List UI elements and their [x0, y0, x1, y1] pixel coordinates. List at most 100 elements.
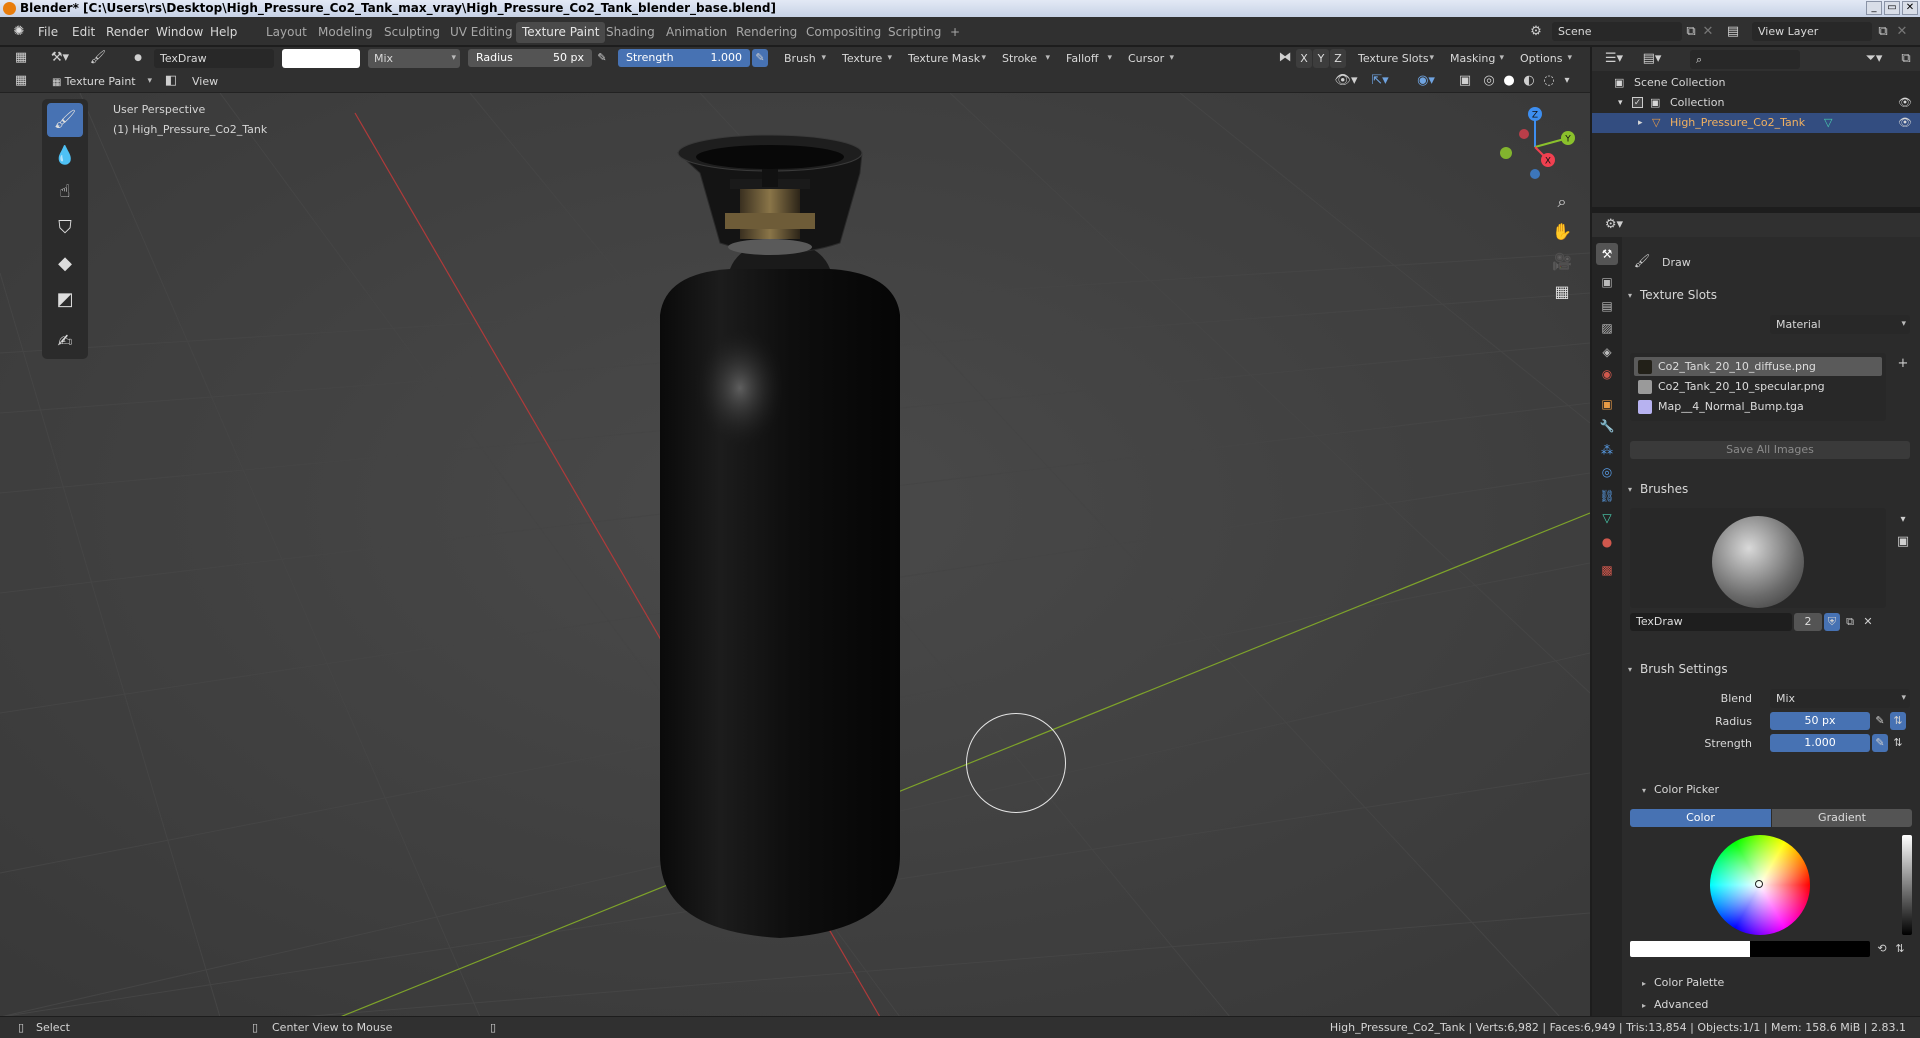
filter-icon[interactable]: ⏷▾ — [1860, 50, 1888, 68]
properties-editor-icon[interactable]: ⚙▾ — [1600, 216, 1628, 234]
scene-selector[interactable]: Scene — [1552, 22, 1682, 41]
menu-edit[interactable]: Edit — [72, 23, 95, 41]
tool-options-icon[interactable]: ⚒▾ — [46, 49, 74, 67]
tab-scripting[interactable]: Scripting — [882, 22, 947, 43]
masking-menu[interactable]: Masking ▾ — [1444, 49, 1508, 68]
save-all-images-button[interactable]: Save All Images — [1630, 441, 1910, 459]
color-wheel[interactable] — [1710, 835, 1810, 935]
draw-tool-button[interactable]: 🖌 — [47, 103, 83, 137]
shading-options-icon[interactable]: ▾ — [1560, 72, 1574, 90]
outliner-collection[interactable]: ▾ ✓ ▣ Collection 👁 — [1592, 93, 1920, 113]
clone-tool-button[interactable]: ⛉ — [47, 211, 83, 245]
tab-data[interactable]: ▽ — [1596, 507, 1618, 529]
tab-rendering[interactable]: Rendering — [730, 22, 803, 43]
view-layer-icon[interactable]: ▤ — [1722, 23, 1744, 41]
blender-menu-icon[interactable]: ✺ — [10, 23, 28, 41]
outliner-object-row[interactable]: ▸ ▽ High_Pressure_Co2_Tank ▽ 👁 — [1592, 113, 1920, 133]
options-menu[interactable]: Options ▾ — [1514, 49, 1576, 68]
expand-arrow-icon[interactable]: ▸ — [1642, 979, 1646, 988]
material-shading-icon[interactable]: ◐ — [1520, 72, 1538, 90]
outliner-scene-collection[interactable]: ▣ Scene Collection — [1592, 73, 1920, 93]
xray-toggle-icon[interactable]: ▣ — [1456, 72, 1474, 90]
navigation-gizmo[interactable]: Z Y X — [1490, 102, 1580, 192]
texture-paint-mask-icon[interactable]: ◧ — [162, 72, 180, 90]
radius-field[interactable]: 50 px — [1770, 712, 1870, 730]
menu-help[interactable]: Help — [210, 23, 237, 41]
color-wheel-cursor[interactable] — [1755, 880, 1763, 888]
tab-texture-paint[interactable]: Texture Paint — [516, 22, 606, 43]
strength-pressure-icon[interactable]: ✎ — [1872, 734, 1888, 752]
mask-tool-button[interactable]: ◩ — [47, 283, 83, 317]
tab-texture[interactable]: ▩ — [1596, 559, 1618, 581]
view-layer-selector[interactable]: View Layer — [1752, 22, 1872, 41]
delete-view-layer-icon[interactable]: ✕ — [1894, 23, 1910, 41]
tab-tool[interactable]: ⚒ — [1596, 243, 1618, 265]
solid-shading-icon[interactable]: ● — [1500, 72, 1518, 90]
display-mode-icon[interactable]: ▤▾ — [1638, 50, 1666, 68]
soften-tool-button[interactable]: 💧 — [47, 139, 83, 173]
tab-view-layer[interactable]: ▨ — [1596, 317, 1618, 339]
tab-render[interactable]: ▣ — [1596, 271, 1618, 293]
strength-field[interactable]: 1.000 — [1770, 734, 1870, 752]
annotate-tool-button[interactable]: ✍ — [47, 325, 83, 359]
mirror-z-toggle[interactable]: Z — [1330, 49, 1346, 68]
expand-arrow-icon[interactable]: ▾ — [1618, 93, 1623, 113]
new-collection-icon[interactable]: ⧉ — [1896, 50, 1916, 68]
pan-view-icon[interactable]: ✋ — [1547, 218, 1577, 246]
rendered-shading-icon[interactable]: ◌ — [1540, 72, 1558, 90]
delete-scene-icon[interactable]: ✕ — [1700, 23, 1716, 41]
value-slider[interactable] — [1902, 835, 1912, 935]
new-scene-icon[interactable]: ⧉ — [1682, 23, 1700, 41]
eye-icon[interactable]: 👁 — [1898, 113, 1912, 133]
collection-checkbox[interactable]: ✓ — [1632, 97, 1643, 108]
texture-slot-item[interactable]: Map__4_Normal_Bump.tga — [1634, 397, 1882, 416]
add-slot-icon[interactable]: + — [1894, 355, 1912, 373]
tab-uv-editing[interactable]: UV Editing — [444, 22, 519, 43]
viewport-editor-icon[interactable]: ▦ — [12, 72, 30, 90]
gizmo-toggle-icon[interactable]: ⇱▾ — [1366, 72, 1394, 90]
zoom-view-icon[interactable]: ⌕ — [1547, 188, 1577, 216]
falloff-menu[interactable]: Falloff ▾ — [1060, 49, 1116, 68]
swap-colors-icon[interactable]: ⟲ — [1874, 940, 1890, 958]
menu-file[interactable]: File — [38, 23, 58, 41]
scene-icon[interactable]: ⚙ — [1526, 23, 1546, 41]
tab-output[interactable]: ▤ — [1596, 295, 1618, 317]
eye-icon[interactable]: 👁 — [1898, 93, 1912, 113]
texture-mask-menu[interactable]: Texture Mask ▾ — [902, 49, 990, 68]
maximize-button[interactable]: ▭ — [1884, 1, 1900, 15]
symmetry-icon[interactable]: ⧓ — [1276, 49, 1294, 67]
editor-type-icon[interactable]: ▦ — [12, 49, 30, 67]
advanced-title[interactable]: Advanced — [1654, 998, 1708, 1011]
brush-settings-title[interactable]: Brush Settings — [1640, 662, 1728, 676]
collapse-arrow-icon[interactable]: ▾ — [1628, 485, 1632, 494]
color-picker-title[interactable]: Color Picker — [1654, 783, 1719, 796]
current-color-swatch[interactable] — [1630, 941, 1750, 957]
brush-name-input[interactable]: TexDraw — [1630, 613, 1792, 631]
radius-slider[interactable]: Radius 50 px — [468, 49, 592, 67]
tab-physics[interactable]: ◎ — [1596, 461, 1618, 483]
blend-mode-dropdown[interactable]: Mix ▾ — [368, 49, 460, 68]
mode-dropdown[interactable]: Material ▾ — [1770, 315, 1910, 334]
expand-arrow-icon[interactable]: ▸ — [1642, 1001, 1646, 1010]
gizmo-neg-y-axis[interactable] — [1500, 147, 1512, 159]
outliner-editor-icon[interactable]: ☰▾ — [1600, 50, 1628, 68]
strength-slider[interactable]: Strength 1.000 — [618, 49, 750, 67]
menu-render[interactable]: Render — [106, 23, 149, 41]
brush-list-chevron-icon[interactable]: ▾ — [1894, 511, 1912, 529]
tab-particles[interactable]: ⁂ — [1596, 439, 1618, 461]
wireframe-shading-icon[interactable]: ◎ — [1480, 72, 1498, 90]
brush-color-swatch[interactable] — [282, 49, 360, 68]
expand-arrow-icon[interactable]: ▸ — [1638, 113, 1643, 133]
mirror-x-toggle[interactable]: X — [1296, 49, 1312, 68]
cursor-menu[interactable]: Cursor ▾ — [1122, 49, 1178, 68]
texture-slot-item[interactable]: Co2_Tank_20_10_specular.png — [1634, 377, 1882, 396]
outliner-search-input[interactable]: ⌕ — [1690, 50, 1800, 69]
strength-unit-icon[interactable]: ⇅ — [1890, 734, 1906, 752]
collapse-arrow-icon[interactable]: ▾ — [1628, 291, 1632, 300]
gizmo-neg-z-axis[interactable] — [1530, 169, 1540, 179]
smear-tool-button[interactable]: ☝ — [47, 175, 83, 209]
blend-dropdown[interactable]: Mix ▾ — [1770, 689, 1910, 708]
tab-compositing[interactable]: Compositing — [800, 22, 887, 43]
menu-window[interactable]: Window — [156, 23, 203, 41]
tab-shading[interactable]: Shading — [600, 22, 661, 43]
